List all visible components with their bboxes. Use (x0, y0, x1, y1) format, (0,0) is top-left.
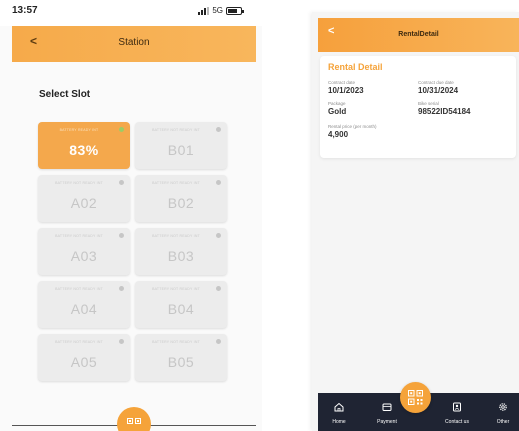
slot-b02[interactable]: BATTERY NOT READY INT B02 (135, 175, 227, 222)
status-bar: 13:57 5G (0, 0, 262, 26)
status-dot-icon (216, 180, 221, 185)
nav-contact-us[interactable]: Contact us (438, 393, 476, 431)
status-dot-icon (216, 127, 221, 132)
slot-b04[interactable]: BATTERY NOT READY INT B04 (135, 281, 227, 328)
field-value: 10/1/2023 (328, 86, 364, 95)
slot-label: B03 (167, 248, 195, 264)
qr-code-icon (408, 390, 423, 405)
rental-header: < RentalDetail (318, 18, 519, 52)
slot-a05[interactable]: BATTERY NOT READY INT A05 (38, 334, 130, 381)
rental-price-field: Rental price (per month) 4,900 (328, 124, 377, 139)
slot-a01[interactable]: BATTERY READY INT 83% (38, 122, 130, 169)
nav-label: Other (496, 419, 510, 425)
qr-code-icon (127, 418, 141, 424)
slot-status-text: BATTERY NOT READY INT (55, 234, 103, 238)
slot-status-text: BATTERY NOT READY INT (152, 234, 200, 238)
field-label: Contract due date (418, 80, 454, 85)
status-dot-icon (216, 286, 221, 291)
slot-b05[interactable]: BATTERY NOT READY INT B05 (135, 334, 227, 381)
slot-status-text: BATTERY NOT READY INT (152, 181, 200, 185)
nav-other[interactable]: Other (490, 393, 516, 431)
slot-status-text: BATTERY NOT READY INT (55, 181, 103, 185)
field-label: Rental price (per month) (328, 124, 377, 129)
battery-icon (226, 6, 244, 15)
slot-status-text: BATTERY READY INT (59, 128, 99, 132)
slot-status-text: BATTERY NOT READY INT (55, 287, 103, 291)
slot-a02[interactable]: BATTERY NOT READY INT A02 (38, 175, 130, 222)
page-title: Station (118, 37, 150, 48)
nav-home[interactable]: Home (324, 393, 354, 431)
package-field: Package Gold (328, 101, 346, 116)
station-screen: 13:57 5G < Station Select Slot BATTERY R… (0, 0, 262, 431)
status-dot-icon (119, 339, 124, 344)
slot-a04[interactable]: BATTERY NOT READY INT A04 (38, 281, 130, 328)
status-dot-icon (119, 286, 124, 291)
rental-detail-screen: < RentalDetail Rental Detail Contract da… (312, 12, 519, 431)
nav-payment[interactable]: Payment (370, 393, 404, 431)
gear-icon (499, 403, 507, 411)
slot-status-text: BATTERY NOT READY INT (152, 287, 200, 291)
section-title: Select Slot (39, 89, 91, 100)
slot-label: 83% (69, 142, 99, 158)
page-title: RentalDetail (398, 31, 439, 38)
field-label: Package (328, 101, 346, 106)
station-header: < Station (12, 26, 256, 62)
slot-label: A04 (70, 301, 98, 317)
slot-label: A03 (70, 248, 98, 264)
signal-icon (198, 6, 210, 15)
nav-label: Contact us (445, 419, 469, 425)
slot-b01[interactable]: BATTERY NOT READY INT B01 (135, 122, 227, 169)
status-dot-icon (119, 127, 124, 132)
slot-a03[interactable]: BATTERY NOT READY INT A03 (38, 228, 130, 275)
slot-label: B01 (167, 142, 195, 158)
contract-date-field: Contract date 10/1/2023 (328, 80, 364, 95)
slot-b03[interactable]: BATTERY NOT READY INT B03 (135, 228, 227, 275)
status-dot-icon (216, 339, 221, 344)
card-title: Rental Detail (328, 62, 383, 72)
slot-status-text: BATTERY NOT READY INT (152, 128, 200, 132)
rental-detail-card: Rental Detail Contract date 10/1/2023 Co… (320, 56, 516, 158)
slot-status-text: BATTERY NOT READY INT (152, 340, 200, 344)
app-stage: 13:57 5G < Station Select Slot BATTERY R… (0, 0, 519, 431)
status-dot-icon (119, 233, 124, 238)
scan-qr-button[interactable] (400, 382, 431, 413)
scan-qr-button[interactable] (117, 407, 151, 431)
home-icon (334, 402, 344, 412)
slot-label: B04 (167, 301, 195, 317)
status-dot-icon (119, 180, 124, 185)
slot-status-text: BATTERY NOT READY INT (55, 340, 103, 344)
status-dot-icon (216, 233, 221, 238)
field-value: 98522ID54184 (418, 107, 471, 116)
slot-label: A05 (70, 354, 98, 370)
contact-icon (453, 402, 461, 412)
bike-serial-field: Bike serial 98522ID54184 (418, 101, 471, 116)
slot-label: A02 (70, 195, 98, 211)
field-value: Gold (328, 107, 347, 116)
field-label: Bike serial (418, 101, 439, 106)
field-label: Contract date (328, 80, 356, 85)
nav-label: Payment (377, 419, 397, 425)
network-type: 5G (212, 6, 223, 15)
status-indicators: 5G (198, 6, 244, 15)
slot-label: B05 (167, 354, 195, 370)
slot-label: B02 (167, 195, 195, 211)
field-value: 4,900 (328, 130, 349, 139)
nav-label: Home (332, 419, 346, 425)
field-value: 10/31/2024 (418, 86, 459, 95)
status-time: 13:57 (12, 5, 38, 16)
contract-due-field: Contract due date 10/31/2024 (418, 80, 458, 95)
wallet-icon (382, 403, 392, 411)
